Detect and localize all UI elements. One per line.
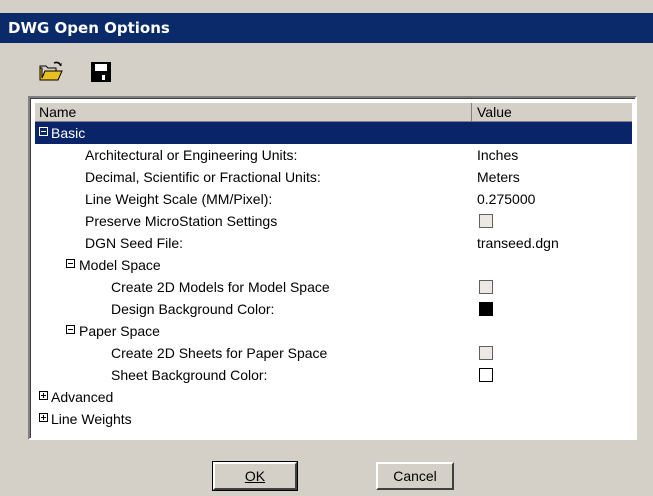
expand-icon[interactable] (39, 391, 48, 400)
row-label: Create 2D Models for Model Space (111, 279, 330, 295)
design-background-color-swatch[interactable] (479, 302, 493, 316)
row-label: Sheet Background Color: (111, 367, 268, 383)
row-label: Paper Space (79, 323, 160, 339)
row-value[interactable]: 0.275000 (477, 191, 535, 207)
create-2d-models-checkbox[interactable] (479, 280, 493, 294)
tree-row-decimal-units[interactable]: Decimal, Scientific or Fractional Units:… (35, 166, 632, 188)
row-label: Line Weights (51, 411, 132, 427)
cancel-button-label: Cancel (393, 468, 437, 484)
row-label: Advanced (51, 389, 114, 405)
tree-row-sheet-background-color[interactable]: Sheet Background Color: (35, 364, 632, 386)
collapse-icon[interactable] (66, 259, 75, 268)
create-2d-sheets-checkbox[interactable] (479, 346, 493, 360)
row-value[interactable]: transeed.dgn (477, 235, 559, 251)
collapse-icon[interactable] (66, 325, 75, 334)
tree-row-units[interactable]: Architectural or Engineering Units: Inch… (35, 144, 632, 166)
tree-row-preserve-settings[interactable]: Preserve MicroStation Settings (35, 210, 632, 232)
row-label: DGN Seed File: (85, 235, 184, 251)
row-label: Preserve MicroStation Settings (85, 213, 278, 229)
floppy-disk-icon (91, 62, 111, 82)
open-button[interactable] (38, 60, 64, 84)
column-header-name[interactable]: Name (39, 104, 76, 120)
row-value[interactable]: Meters (477, 169, 520, 185)
folder-open-icon (39, 61, 63, 81)
cancel-button[interactable]: Cancel (376, 462, 454, 490)
tree-row-design-background-color[interactable]: Design Background Color: (35, 298, 632, 320)
tree-row-dgn-seed-file[interactable]: DGN Seed File: transeed.dgn (35, 232, 632, 254)
tree-row-create-2d-models[interactable]: Create 2D Models for Model Space (35, 276, 632, 298)
tree-row-paper-space[interactable]: Paper Space (35, 320, 632, 342)
tree-row-line-weight-scale[interactable]: Line Weight Scale (MM/Pixel): 0.275000 (35, 188, 632, 210)
row-label: Model Space (79, 257, 161, 273)
row-label: Create 2D Sheets for Paper Space (111, 345, 328, 361)
row-label: Architectural or Engineering Units: (85, 147, 298, 163)
collapse-icon[interactable] (39, 127, 48, 136)
column-divider[interactable] (471, 103, 472, 121)
row-value[interactable]: Inches (477, 147, 518, 163)
window-title: DWG Open Options (8, 19, 170, 37)
preserve-settings-checkbox[interactable] (479, 214, 493, 228)
ok-button[interactable]: OK (212, 461, 298, 491)
tree-row-line-weights[interactable]: Line Weights (35, 408, 632, 430)
tree-row-create-2d-sheets[interactable]: Create 2D Sheets for Paper Space (35, 342, 632, 364)
tree-row-basic[interactable]: Basic (35, 122, 632, 144)
row-label: Decimal, Scientific or Fractional Units: (85, 169, 321, 185)
row-label: Line Weight Scale (MM/Pixel): (85, 191, 273, 207)
options-list[interactable]: Name Value Basic Architectural or Engine… (28, 96, 637, 440)
tree-row-model-space[interactable]: Model Space (35, 254, 632, 276)
list-header: Name Value (35, 103, 632, 122)
tree-row-advanced[interactable]: Advanced (35, 386, 632, 408)
dwg-open-options-dialog: DWG Open Options Name Value Basic Archit… (0, 0, 653, 496)
expand-icon[interactable] (39, 413, 48, 422)
row-label: Design Background Color: (111, 301, 275, 317)
title-bar[interactable]: DWG Open Options (0, 13, 653, 43)
row-label: Basic (51, 125, 86, 141)
save-button[interactable] (88, 60, 114, 84)
column-header-value[interactable]: Value (477, 104, 512, 120)
ok-button-label: OK (244, 468, 266, 484)
sheet-background-color-swatch[interactable] (479, 368, 493, 382)
